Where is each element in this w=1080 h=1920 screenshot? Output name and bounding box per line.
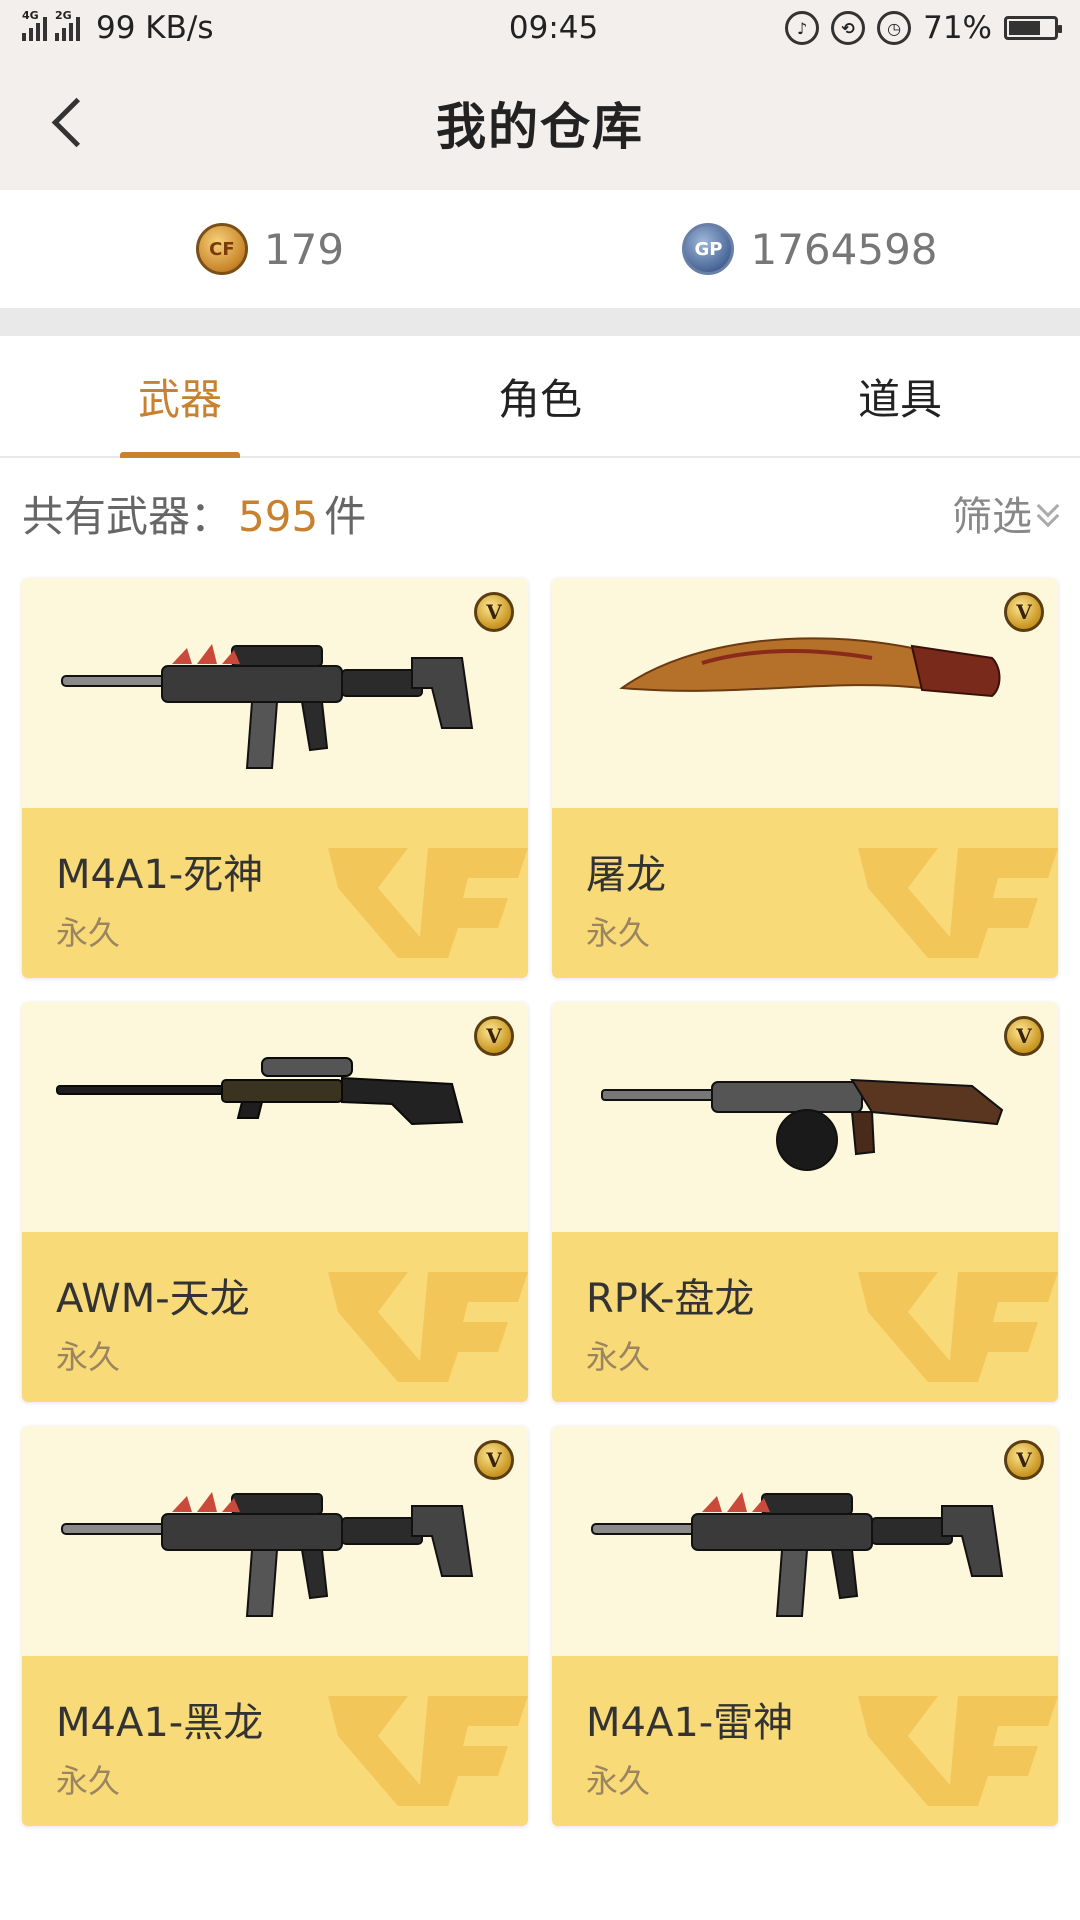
tab-weapons[interactable]: 武器	[0, 336, 360, 456]
weapon-card[interactable]: V M4A1-死神永久	[22, 578, 528, 978]
vibrate-icon: ♪	[785, 11, 820, 45]
weapon-name: RPK-盘龙	[586, 1276, 755, 1322]
weapon-name: M4A1-雷神	[586, 1700, 794, 1746]
title-bar: 我的仓库	[0, 56, 1080, 190]
weapon-image-area: V	[552, 578, 1058, 808]
gp-coin-icon: GP	[682, 223, 735, 275]
vip-badge-icon: V	[1004, 592, 1044, 632]
lmg-image	[601, 1078, 1004, 1171]
weapon-name: AWM-天龙	[56, 1276, 250, 1322]
vip-badge-icon: V	[1004, 1440, 1044, 1480]
weapon-duration: 永久	[586, 914, 651, 952]
back-arrow-icon[interactable]	[40, 92, 100, 152]
weapon-info: M4A1-雷神永久	[552, 1656, 1058, 1826]
weapon-card[interactable]: V M4A1-黑龙永久	[22, 1426, 528, 1826]
currency-bar: CF 179 GP 1764598	[0, 190, 1080, 308]
battery-icon	[1004, 16, 1062, 40]
cf-points-value: 179	[263, 224, 345, 274]
count-suffix: 件	[324, 491, 367, 541]
clock: 09:45	[508, 10, 599, 46]
vip-badge-icon: V	[474, 1440, 514, 1480]
signal-4g-icon: 4G	[22, 9, 47, 41]
alarm-icon: ◷	[877, 11, 912, 45]
weapon-duration: 永久	[56, 1762, 121, 1800]
weapon-card[interactable]: V RPK-盘龙永久	[552, 1002, 1058, 1402]
vip-badge-icon: V	[1004, 1016, 1044, 1056]
divider	[0, 308, 1080, 336]
rifle-image	[591, 1492, 1004, 1617]
weapon-duration: 永久	[586, 1762, 651, 1800]
page-title: 我的仓库	[436, 98, 644, 156]
weapon-card[interactable]: V M4A1-雷神永久	[552, 1426, 1058, 1826]
sniper-image	[56, 1057, 464, 1126]
tab-items[interactable]: 道具	[720, 336, 1080, 456]
weapon-image-area: V	[22, 1002, 528, 1232]
weapon-info: 屠龙 永久	[552, 808, 1058, 978]
battery-fill	[1009, 21, 1041, 35]
weapon-image-area: V	[22, 1426, 528, 1656]
gp-points-value: 1764598	[750, 224, 938, 274]
filter-button[interactable]: 筛选	[952, 484, 1058, 542]
category-tabs: 武器 角色 道具	[0, 336, 1080, 458]
double-chevron-down-icon	[1038, 498, 1058, 528]
rifle-image	[61, 1492, 474, 1617]
weapon-duration: 永久	[56, 914, 121, 952]
network-speed: 99 KB/s	[96, 10, 214, 46]
weapon-name: M4A1-死神	[56, 852, 264, 898]
filter-label: 筛选	[952, 494, 1032, 540]
weapon-image-area: V	[552, 1002, 1058, 1232]
vip-badge-icon: V	[474, 1016, 514, 1056]
rotation-lock-icon: ⟲	[831, 11, 866, 45]
signal-2g-icon: 2G	[55, 9, 80, 41]
weapon-info: M4A1-死神永久	[22, 808, 528, 978]
vip-badge-icon: V	[474, 592, 514, 632]
weapon-info: AWM-天龙永久	[22, 1232, 528, 1402]
weapon-duration: 永久	[586, 1338, 651, 1376]
count-number: 595	[238, 491, 319, 541]
status-right: ♪ ⟲ ◷ 71%	[785, 10, 1062, 46]
count-prefix: 共有武器：	[22, 491, 233, 541]
weapon-image-area: V	[552, 1426, 1058, 1656]
gp-points: GP 1764598	[540, 190, 1080, 308]
status-left: 4G 2G 99 KB/s	[22, 9, 442, 46]
network-type-2: 2G	[55, 9, 72, 22]
weapon-info: RPK-盘龙永久	[552, 1232, 1058, 1402]
weapon-card[interactable]: V 屠龙永久	[552, 578, 1058, 978]
summary-bar: 共有武器： 595 件 筛选	[0, 458, 1080, 568]
weapon-image-area: V	[22, 578, 528, 808]
knife-image	[619, 637, 1001, 698]
weapon-card[interactable]: V AWM-天龙永久	[22, 1002, 528, 1402]
battery-percent: 71%	[923, 10, 992, 46]
rifle-image	[61, 644, 474, 769]
weapon-name: 屠龙	[586, 852, 666, 898]
tab-characters[interactable]: 角色	[360, 336, 720, 456]
weapon-grid: V M4A1-死神 永久 V 屠龙 永久 V AWM-天龙 永久 V RPK-盘龙 永久 V M4A1-黑…	[22, 578, 1058, 1826]
status-bar: 4G 2G 99 KB/s 09:45 ♪ ⟲ ◷ 71%	[0, 0, 1080, 56]
weapon-info: M4A1-黑龙永久	[22, 1656, 528, 1826]
cf-coin-icon: CF	[195, 223, 248, 275]
cf-points: CF 179	[0, 190, 540, 308]
weapon-count: 共有武器： 595 件	[22, 483, 366, 544]
weapon-duration: 永久	[56, 1338, 121, 1376]
network-type-1: 4G	[22, 9, 39, 22]
weapon-name: M4A1-黑龙	[56, 1700, 264, 1746]
